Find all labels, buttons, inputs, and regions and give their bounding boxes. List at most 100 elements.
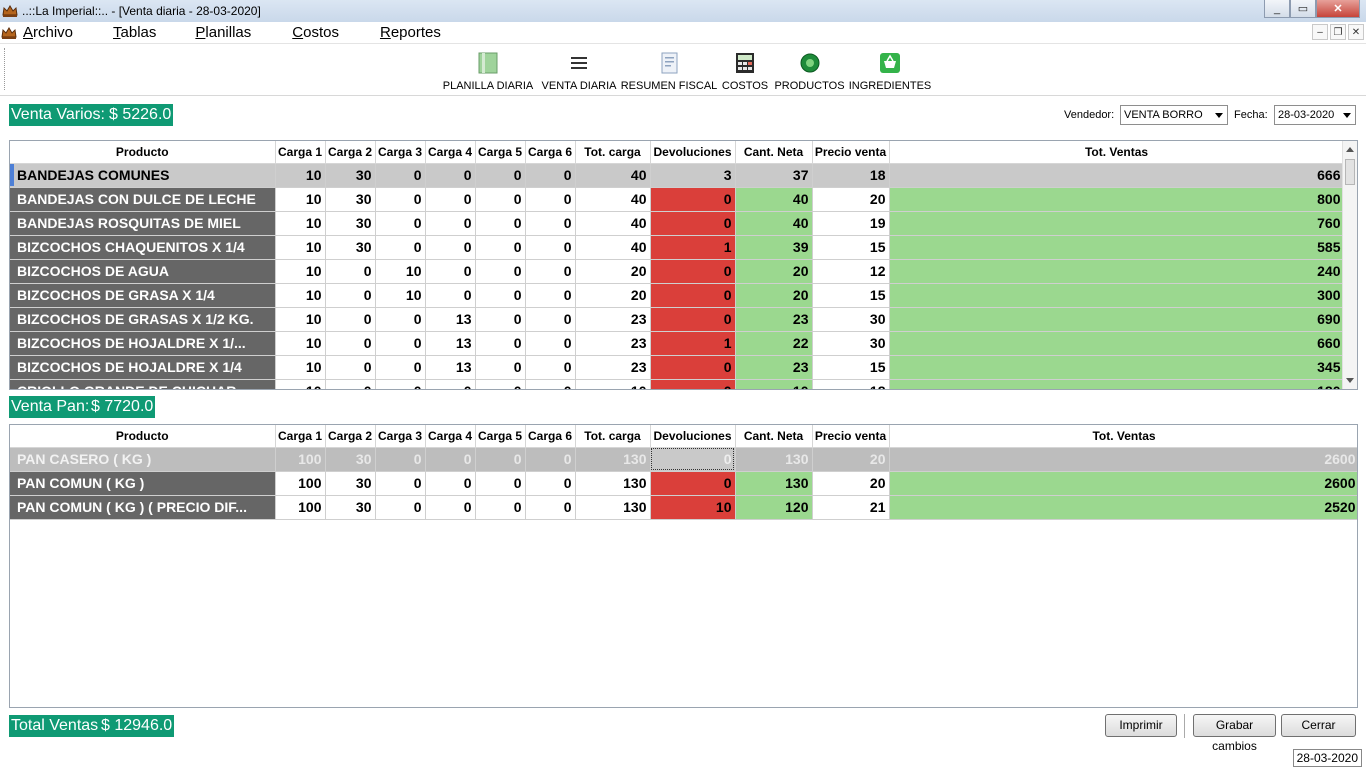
devoluciones-cell[interactable]: 0 <box>650 211 736 236</box>
cant-neta-cell[interactable]: 130 <box>735 447 813 472</box>
table-cell[interactable]: 0 <box>525 355 576 380</box>
column-header[interactable]: Cant. Neta <box>735 141 813 164</box>
product-cell[interactable]: BIZCOCHOS DE HOJALDRE X 1/... <box>10 331 276 356</box>
table-cell[interactable]: 0 <box>475 331 526 356</box>
table-row[interactable]: BANDEJAS ROSQUITAS DE MIEL 10 30 0 0 0 0 40 0 40 1… <box>10 211 1345 236</box>
column-header[interactable]: Tot. carga <box>575 141 651 164</box>
menu-archivo[interactable]: Archivo <box>23 24 73 41</box>
table-cell[interactable]: 0 <box>525 283 576 308</box>
tot-ventas-cell[interactable]: 690 <box>889 307 1345 332</box>
devoluciones-cell[interactable]: 0 <box>650 187 736 212</box>
table-cell[interactable]: 30 <box>325 235 376 260</box>
table-cell[interactable]: 21 <box>812 495 890 520</box>
column-header[interactable]: Producto <box>10 141 276 164</box>
table-cell[interactable]: 0 <box>525 307 576 332</box>
table-cell[interactable]: 30 <box>325 211 376 236</box>
column-header[interactable]: Tot. carga <box>575 425 651 448</box>
cant-neta-cell[interactable]: 20 <box>735 283 813 308</box>
product-cell[interactable]: BIZCOCHOS DE AGUA <box>10 259 276 284</box>
cant-neta-cell[interactable]: 39 <box>735 235 813 260</box>
tot-ventas-cell[interactable]: 585 <box>889 235 1345 260</box>
table-row[interactable]: PAN COMUN ( KG ) 100 30 0 0 0 0 130 0 130 20 2600 <box>10 471 1357 496</box>
table-cell[interactable]: 18 <box>812 163 890 188</box>
table-cell[interactable]: 0 <box>425 379 476 389</box>
column-header[interactable]: Precio venta <box>812 141 890 164</box>
fecha-picker[interactable]: 28-03-2020 <box>1274 105 1356 125</box>
table-cell[interactable]: 0 <box>525 259 576 284</box>
table-cell[interactable]: 130 <box>575 447 651 472</box>
table-row[interactable]: BIZCOCHOS DE HOJALDRE X 1/... 10 0 0 13 0 0 23 1… <box>10 331 1345 356</box>
column-header[interactable]: Carga 4 <box>425 141 476 164</box>
table-cell[interactable]: 0 <box>525 331 576 356</box>
devoluciones-cell[interactable]: 0 <box>650 379 736 389</box>
table-cell[interactable]: 0 <box>425 259 476 284</box>
tot-ventas-cell[interactable]: 2600 <box>889 471 1357 496</box>
table-cell[interactable]: 20 <box>575 283 651 308</box>
table-cell[interactable]: 0 <box>475 471 526 496</box>
table-cell[interactable]: 0 <box>525 495 576 520</box>
table-cell[interactable]: 20 <box>575 259 651 284</box>
table-cell[interactable]: 23 <box>575 355 651 380</box>
table-cell[interactable]: 0 <box>325 331 376 356</box>
devoluciones-cell[interactable]: 10 <box>650 495 736 520</box>
tot-ventas-cell[interactable]: 345 <box>889 355 1345 380</box>
cant-neta-cell[interactable]: 20 <box>735 259 813 284</box>
table-cell[interactable]: 10 <box>275 283 326 308</box>
tot-ventas-cell[interactable]: 800 <box>889 187 1345 212</box>
table-cell[interactable]: 0 <box>475 307 526 332</box>
table-cell[interactable]: 12 <box>812 259 890 284</box>
table-cell[interactable]: 0 <box>475 235 526 260</box>
product-cell[interactable]: BIZCOCHOS DE HOJALDRE X 1/4 <box>10 355 276 380</box>
column-header[interactable]: Carga 2 <box>325 141 376 164</box>
mdi-close-button[interactable]: ✕ <box>1348 24 1364 40</box>
table-cell[interactable]: 100 <box>275 471 326 496</box>
cant-neta-cell[interactable]: 120 <box>735 495 813 520</box>
column-header[interactable]: Carga 6 <box>525 425 576 448</box>
devoluciones-cell[interactable]: 0 <box>650 307 736 332</box>
table-cell[interactable]: 0 <box>375 163 426 188</box>
close-button[interactable]: ✕ <box>1316 0 1360 18</box>
minimize-button[interactable]: _ <box>1264 0 1290 18</box>
product-cell[interactable]: BANDEJAS CON DULCE DE LECHE <box>10 187 276 212</box>
table-cell[interactable]: 10 <box>275 235 326 260</box>
column-header[interactable]: Carga 5 <box>475 425 526 448</box>
table-cell[interactable]: 0 <box>475 355 526 380</box>
product-cell[interactable]: BIZCOCHOS DE GRASAS X 1/2 KG. <box>10 307 276 332</box>
table-cell[interactable]: 0 <box>375 187 426 212</box>
table-cell[interactable]: 10 <box>275 307 326 332</box>
menu-tablas[interactable]: Tablas <box>113 24 156 41</box>
table-cell[interactable]: 130 <box>575 495 651 520</box>
table-cell[interactable]: 13 <box>425 307 476 332</box>
scroll-thumb[interactable] <box>1345 159 1355 185</box>
table-cell[interactable]: 30 <box>325 471 376 496</box>
table-cell[interactable]: 30 <box>325 163 376 188</box>
column-header[interactable]: Carga 3 <box>375 141 426 164</box>
devoluciones-cell[interactable]: 0 <box>650 471 736 496</box>
toolbar-resumen-fiscal-button[interactable]: RESUMEN FISCAL <box>621 52 717 94</box>
table-cell[interactable]: 40 <box>575 235 651 260</box>
table-cell[interactable]: 0 <box>325 355 376 380</box>
menu-planillas[interactable]: Planillas <box>195 24 251 41</box>
table-cell[interactable]: 10 <box>275 259 326 284</box>
table-cell[interactable]: 10 <box>275 331 326 356</box>
table-cell[interactable]: 0 <box>425 235 476 260</box>
toolbar-planilla-diaria-button[interactable]: PLANILLA DIARIA <box>443 52 533 94</box>
table-cell[interactable]: 23 <box>575 331 651 356</box>
tot-ventas-cell[interactable]: 300 <box>889 283 1345 308</box>
table-cell[interactable]: 20 <box>812 471 890 496</box>
table-cell[interactable]: 0 <box>525 447 576 472</box>
table-cell[interactable]: 0 <box>375 495 426 520</box>
table-cell[interactable]: 0 <box>375 471 426 496</box>
table-cell[interactable]: 10 <box>275 379 326 389</box>
table-cell[interactable]: 0 <box>325 259 376 284</box>
tot-ventas-cell[interactable]: 760 <box>889 211 1345 236</box>
product-cell[interactable]: PAN CASERO ( KG ) <box>10 447 276 472</box>
imprimir-button[interactable]: Imprimir <box>1105 714 1177 737</box>
table-cell[interactable]: 0 <box>375 211 426 236</box>
table-cell[interactable]: 0 <box>375 355 426 380</box>
tot-ventas-cell[interactable]: 660 <box>889 331 1345 356</box>
table-cell[interactable]: 0 <box>425 187 476 212</box>
column-header[interactable]: Devoluciones <box>650 425 736 448</box>
table-row[interactable]: PAN CASERO ( KG ) 100 30 0 0 0 0 130 0 130 20 2600 <box>10 447 1357 472</box>
cant-neta-cell[interactable]: 40 <box>735 211 813 236</box>
